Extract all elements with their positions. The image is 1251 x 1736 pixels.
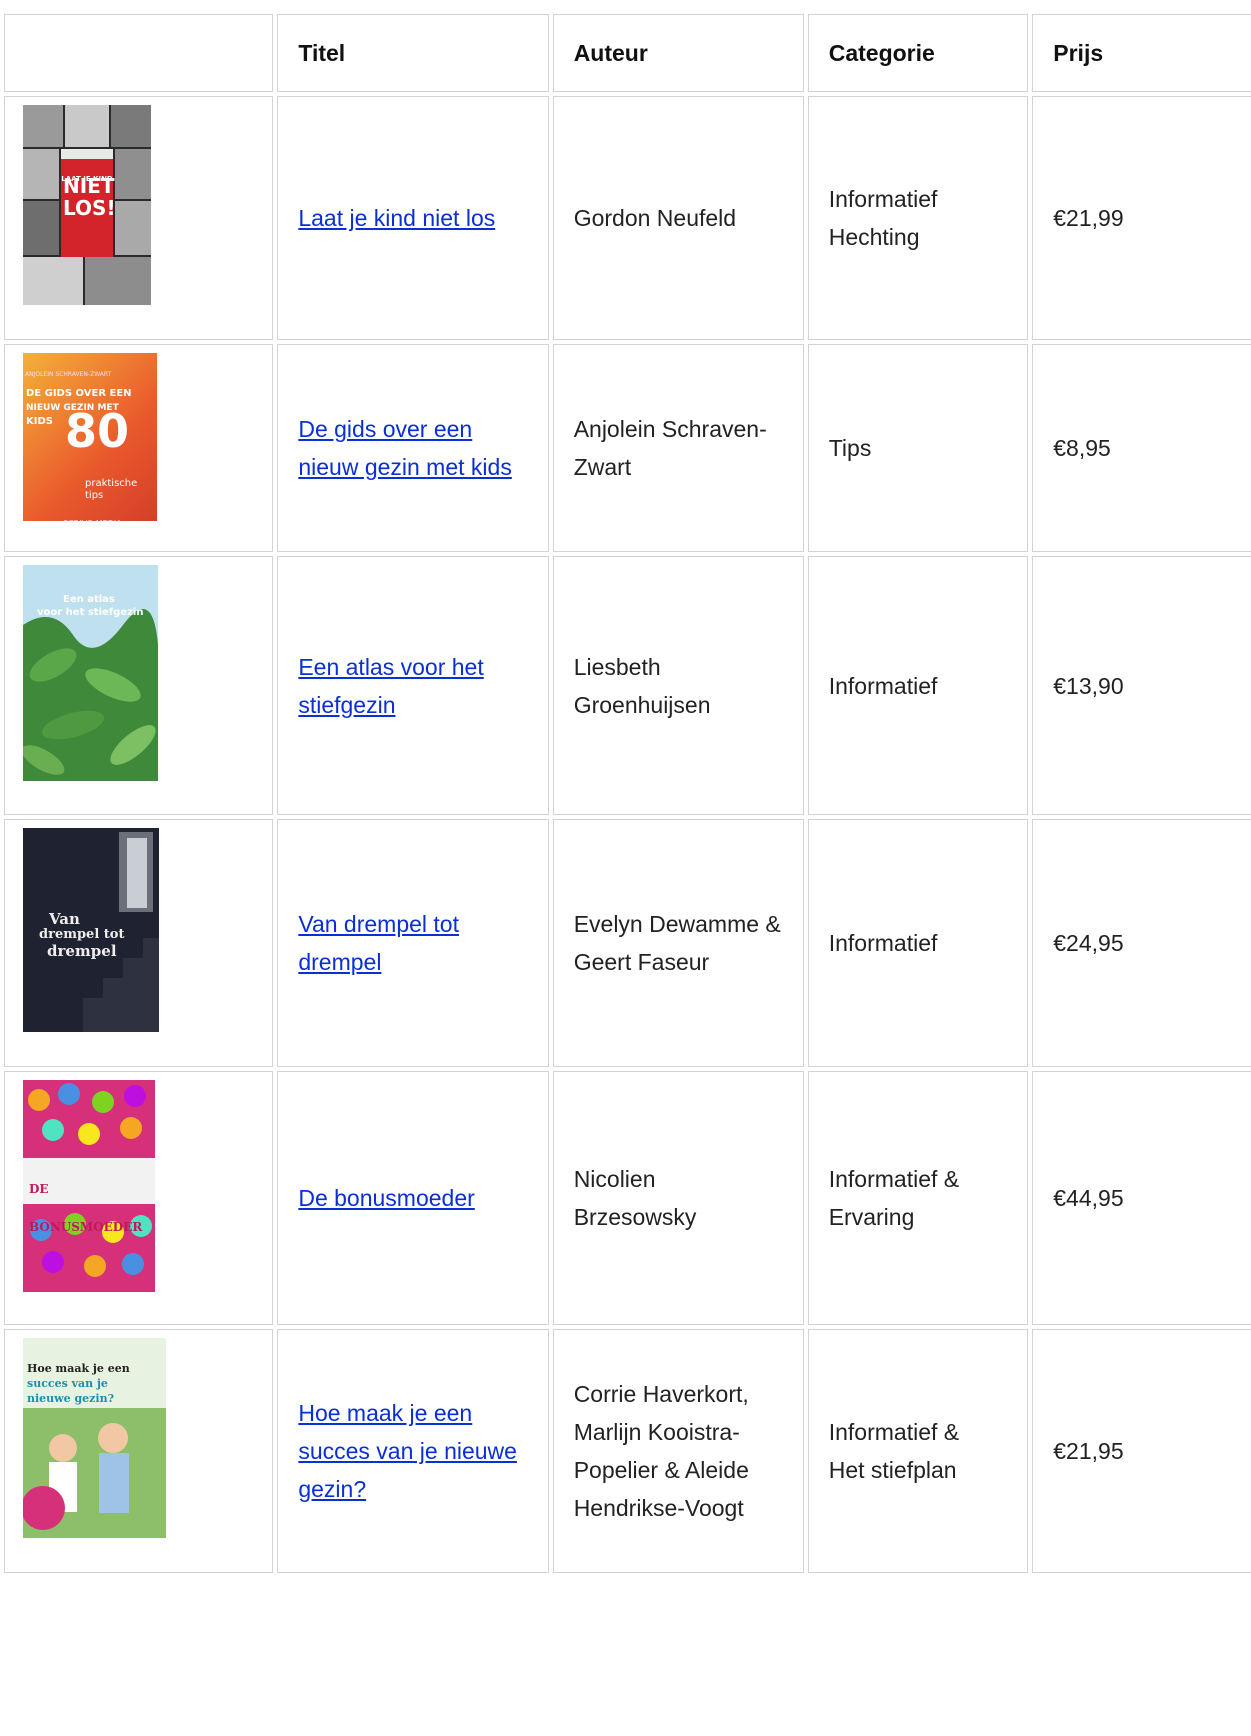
- cover-cell: DE BONUSMOEDER: [4, 1071, 274, 1325]
- cover-cell: ANJOLEIN SCHRAVEN-ZWART DE GIDS OVER EEN…: [4, 344, 274, 552]
- cover-line: voor het stiefgezin: [37, 607, 144, 618]
- category-cell: Informatief & Het stiefplan: [807, 1329, 1029, 1573]
- book-cover-de-bonusmoeder[interactable]: DE BONUSMOEDER: [23, 1080, 155, 1292]
- category-line: Informatief: [828, 930, 938, 956]
- book-title-link[interactable]: Laat je kind niet los: [298, 205, 495, 231]
- category-line: Informatief: [828, 186, 938, 212]
- author-cell: Corrie Haverkort, Marlijn Kooistra-Popel…: [552, 1329, 804, 1573]
- books-table: Titel Auteur Categorie Prijs LAAT JE KIN…: [0, 10, 1251, 1577]
- title-cell: Laat je kind niet los: [277, 96, 549, 340]
- price-cell: €21,95: [1032, 1329, 1251, 1573]
- price-cell: €8,95: [1032, 344, 1251, 552]
- category-cell: Informatief: [807, 819, 1029, 1067]
- price-cell: €13,90: [1032, 556, 1251, 815]
- header-category: Categorie: [807, 14, 1029, 92]
- header-author: Auteur: [552, 14, 804, 92]
- author-cell: Nicolien Brzesowsky: [552, 1071, 804, 1325]
- author-cell: Gordon Neufeld: [552, 96, 804, 340]
- book-title-link[interactable]: De bonusmoeder: [298, 1185, 474, 1211]
- cover-main-text: DE BONUSMOEDER: [29, 1182, 143, 1234]
- cover-cell: Hoe maak je een succes van je nieuwe gez…: [4, 1329, 274, 1573]
- category-cell: Tips: [807, 344, 1029, 552]
- title-cell: Hoe maak je een succes van je nieuwe gez…: [277, 1329, 549, 1573]
- book-title-link[interactable]: Een atlas voor het stiefgezin: [298, 654, 483, 718]
- header-cover: [4, 14, 274, 92]
- table-row: LAAT JE KIND NIET LOS! Laat je kind niet…: [4, 96, 1251, 340]
- category-cell: Informatief & Ervaring: [807, 1071, 1029, 1325]
- category-line: Het stiefplan: [828, 1457, 957, 1483]
- category-cell: Informatief: [807, 556, 1029, 815]
- author-cell: Liesbeth Groenhuijsen: [552, 556, 804, 815]
- table-row: ANJOLEIN SCHRAVEN-ZWART DE GIDS OVER EEN…: [4, 344, 1251, 552]
- title-cell: De gids over een nieuw gezin met kids: [277, 344, 549, 552]
- book-cover-atlas-stiefgezin[interactable]: Een atlas voor het stiefgezin: [23, 565, 158, 781]
- author-cell: Anjolein Schraven-Zwart: [552, 344, 804, 552]
- category-line: Tips: [828, 435, 872, 461]
- cover-line: drempel: [47, 942, 117, 960]
- cover-main-text: NIET LOS!: [63, 174, 116, 220]
- title-cell: Van drempel tot drempel: [277, 819, 549, 1067]
- cover-cell: Van drempel tot drempel: [4, 819, 274, 1067]
- title-cell: De bonusmoeder: [277, 1071, 549, 1325]
- price-cell: €24,95: [1032, 819, 1251, 1067]
- book-cover-laat-je-kind-niet-los[interactable]: LAAT JE KIND NIET LOS!: [23, 105, 151, 305]
- cover-cell: Een atlas voor het stiefgezin: [4, 556, 274, 815]
- cover-bottom-text: SCRIVO MEDIA: [63, 505, 122, 521]
- table-row: Van drempel tot drempel Van drempel tot …: [4, 819, 1251, 1067]
- price-cell: €21,99: [1032, 96, 1251, 340]
- category-cell: Informatief Hechting: [807, 96, 1029, 340]
- table-header-row: Titel Auteur Categorie Prijs: [4, 14, 1251, 92]
- table-row: Een atlas voor het stiefgezin Een atlas …: [4, 556, 1251, 815]
- book-title-link[interactable]: Van drempel tot drempel: [298, 911, 459, 975]
- cover-big-number: 80: [65, 404, 130, 458]
- table-row: Hoe maak je een succes van je nieuwe gez…: [4, 1329, 1251, 1573]
- cover-line: nieuwe gezin?: [27, 1392, 115, 1405]
- category-line: Ervaring: [828, 1204, 915, 1230]
- book-cover-gids-nieuw-gezin[interactable]: ANJOLEIN SCHRAVEN-ZWART DE GIDS OVER EEN…: [23, 353, 157, 521]
- book-title-link[interactable]: Hoe maak je een succes van je nieuwe gez…: [298, 1400, 517, 1502]
- header-title: Titel: [277, 14, 549, 92]
- price-cell: €44,95: [1032, 1071, 1251, 1325]
- table-row: DE BONUSMOEDER De bonusmoeder Nicolien B…: [4, 1071, 1251, 1325]
- category-line: Informatief: [828, 672, 938, 699]
- author-cell: Evelyn Dewamme & Geert Faseur: [552, 819, 804, 1067]
- cover-line: KIDS: [26, 416, 53, 427]
- cover-cell: LAAT JE KIND NIET LOS!: [4, 96, 274, 340]
- book-title-link[interactable]: De gids over een nieuw gezin met kids: [298, 416, 512, 480]
- book-cover-van-drempel-tot-drempel[interactable]: Van drempel tot drempel: [23, 828, 159, 1032]
- category-line: Hechting: [828, 224, 920, 250]
- title-cell: Een atlas voor het stiefgezin: [277, 556, 549, 815]
- category-line: Informatief &: [828, 1166, 960, 1192]
- book-cover-hoe-maak-je-een-succes[interactable]: Hoe maak je een succes van je nieuwe gez…: [23, 1338, 166, 1538]
- category-line: Informatief &: [828, 1419, 960, 1445]
- header-price: Prijs: [1032, 14, 1251, 92]
